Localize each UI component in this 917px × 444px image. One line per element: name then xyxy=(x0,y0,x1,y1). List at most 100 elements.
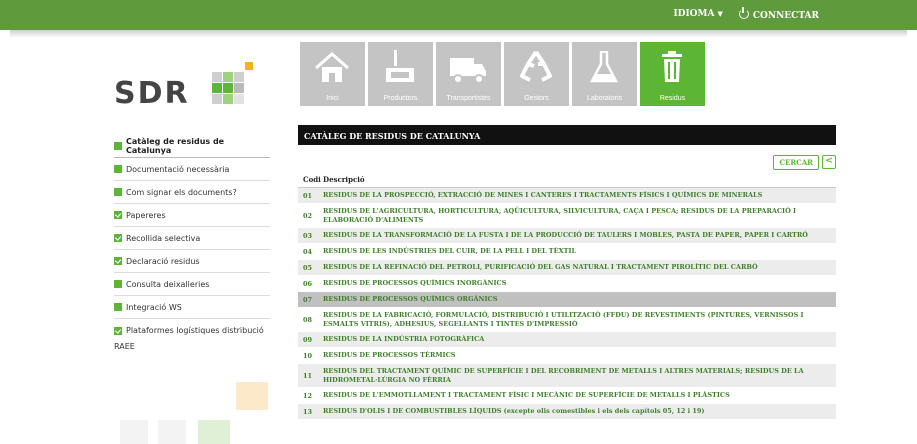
logo-mosaic xyxy=(212,72,244,104)
top-bar: IDIOMA ▼ CONNECTAR xyxy=(0,0,917,30)
square-bullet-icon xyxy=(114,141,122,150)
row-code: 07 xyxy=(303,295,313,304)
table-row[interactable]: 02 RESIDUS DE L'AGRICULTURA, HORTICULTURA… xyxy=(298,204,836,228)
row-description[interactable]: RESIDUS DE LA TRANSFORMACIÓ DE LA FUSTA … xyxy=(323,231,831,240)
row-code: 04 xyxy=(303,247,313,256)
nav-tile-laboratoris[interactable]: Laboratoris xyxy=(572,42,637,106)
row-description[interactable]: RESIDUS DE LES INDÚSTRIES DEL CUIR, DE L… xyxy=(323,247,831,256)
sidebar-item-documentacio[interactable]: Documentació necessària xyxy=(114,158,270,181)
sidebar-item-declaracio[interactable]: Declaració residus xyxy=(114,250,270,273)
row-description[interactable]: RESIDUS DE LA REFINACIÓ DEL PETROLI, PUR… xyxy=(323,263,831,272)
nav-tile-residus[interactable]: Residus xyxy=(640,42,705,106)
row-description[interactable]: RESIDUS DE LA FABRICACIÓ, FORMULACIÓ, DI… xyxy=(323,311,831,329)
catalog-table-body: 01 RESIDUS DE LA PROSPECCIÓ, EXTRACCIÓ DE… xyxy=(298,188,836,420)
sidebar-item-plataformes[interactable]: Plataformes logístiques distribució RAEE xyxy=(114,319,270,353)
sidebar-item-label: Declaració residus xyxy=(126,256,200,266)
power-icon xyxy=(738,7,749,19)
row-code: 08 xyxy=(303,315,313,324)
catalog-panel: CATÀLEG DE RESIDUS DE CATALUNYA CERCAR <… xyxy=(298,125,836,420)
connect-label: CONNECTAR xyxy=(752,11,819,21)
square-bullet-icon xyxy=(114,165,122,173)
language-menu[interactable]: IDIOMA ▼ xyxy=(673,9,722,21)
square-bullet-icon xyxy=(114,188,122,196)
nav-tile-productors[interactable]: Productors xyxy=(368,42,433,106)
table-header: Codi Descripció xyxy=(298,172,836,188)
house-icon xyxy=(315,52,349,82)
search-button[interactable]: CERCAR xyxy=(773,154,819,170)
trash-icon xyxy=(662,51,682,82)
table-row[interactable]: 06 RESIDUS DE PROCESSOS QUÍMICS INORGÀNIC… xyxy=(298,276,836,292)
table-row[interactable]: 13 RESIDUS D'OLIS I DE COMBUSTIBLES LÍQUI… xyxy=(298,404,836,420)
back-button[interactable]: < xyxy=(822,155,836,169)
table-row[interactable]: 01 RESIDUS DE LA PROSPECCIÓ, EXTRACCIÓ DE… xyxy=(298,188,836,204)
sidebar-item-label: Papereres xyxy=(126,210,166,220)
sidebar-item-signar[interactable]: Com signar els documents? xyxy=(114,181,270,204)
table-row[interactable]: 08 RESIDUS DE LA FABRICACIÓ, FORMULACIÓ, … xyxy=(298,308,836,332)
check-icon xyxy=(114,211,122,219)
table-row[interactable]: 12 RESIDUS DE L'EMMOTLLAMENT I TRACTAMENT… xyxy=(298,388,836,404)
header-shadow xyxy=(10,30,907,38)
sidebar-item-label: Catàleg de residus de Catalunya xyxy=(126,136,225,155)
row-code: 13 xyxy=(303,407,313,416)
sidebar: Catàleg de residus de Catalunya Document… xyxy=(114,134,270,353)
row-description[interactable]: RESIDUS D'OLIS I DE COMBUSTIBLES LÍQUIDS… xyxy=(323,407,831,416)
table-row[interactable]: 10 RESIDUS DE PROCESSOS TÈRMICS xyxy=(298,348,836,364)
nav-tile-label: Laboratoris xyxy=(586,95,623,102)
language-label: IDIOMA xyxy=(673,9,715,19)
sdr-logo[interactable]: SDR xyxy=(114,60,264,111)
row-description[interactable]: RESIDUS DE PROCESSOS QUÍMICS ORGÀNICS xyxy=(323,295,831,304)
check-icon xyxy=(114,234,122,242)
row-description[interactable]: RESIDUS DE PROCESSOS TÈRMICS xyxy=(323,351,831,360)
table-row[interactable]: 03 RESIDUS DE LA TRANSFORMACIÓ DE LA FUST… xyxy=(298,228,836,244)
row-code: 12 xyxy=(303,391,313,400)
sidebar-item-label: Plataformes logístiques distribució xyxy=(126,326,264,335)
nav-tile-gestors[interactable]: Gestors xyxy=(504,42,569,106)
row-code: 05 xyxy=(303,263,313,272)
table-row[interactable]: 09 RESIDUS DE LA INDÚSTRIA FOTOGRÀFICA xyxy=(298,332,836,348)
sidebar-item-deixalleries[interactable]: Consulta deixalleries xyxy=(114,273,270,296)
column-header-code: Codi xyxy=(303,175,321,184)
logo-accent xyxy=(245,62,253,70)
decor-tile xyxy=(236,382,268,410)
table-row[interactable]: 11 RESIDUS DEL TRACTAMENT QUÍMIC DE SUPER… xyxy=(298,364,836,388)
table-row[interactable]: 04 RESIDUS DE LES INDÚSTRIES DEL CUIR, DE… xyxy=(298,244,836,260)
nav-tile-transportistes[interactable]: Transportistes xyxy=(436,42,501,106)
table-row[interactable]: 07 RESIDUS DE PROCESSOS QUÍMICS ORGÀNICS xyxy=(298,292,836,308)
logo-text: SDR xyxy=(114,76,190,111)
row-code: 11 xyxy=(303,371,313,380)
row-code: 01 xyxy=(303,191,313,200)
sidebar-item-label: Recollida selectiva xyxy=(126,233,201,243)
connect-button[interactable]: CONNECTAR xyxy=(738,7,819,21)
nav-tile-label: Productors xyxy=(383,95,418,102)
row-description[interactable]: RESIDUS DE LA PROSPECCIÓ, EXTRACCIÓ DE M… xyxy=(323,191,831,200)
row-code: 09 xyxy=(303,335,313,344)
sidebar-item-label: Consulta deixalleries xyxy=(126,279,210,289)
catalog-title: CATÀLEG DE RESIDUS DE CATALUNYA xyxy=(298,125,836,145)
nav-tile-label: Transportistes xyxy=(446,95,491,102)
flask-icon xyxy=(589,51,619,83)
sidebar-item-cataleg[interactable]: Catàleg de residus de Catalunya xyxy=(114,134,270,158)
table-row[interactable]: 05 RESIDUS DE LA REFINACIÓ DEL PETROLI, P… xyxy=(298,260,836,276)
truck-icon xyxy=(450,58,486,84)
main-nav: Inici Productors Transportistes Gestors … xyxy=(300,42,705,106)
sidebar-item-label: Integració WS xyxy=(126,302,182,312)
row-description[interactable]: RESIDUS DE PROCESSOS QUÍMICS INORGÀNICS xyxy=(323,279,831,288)
row-description[interactable]: RESIDUS DE LA INDÚSTRIA FOTOGRÀFICA xyxy=(323,335,831,344)
decor-tile xyxy=(158,420,186,444)
sidebar-item-recollida[interactable]: Recollida selectiva xyxy=(114,227,270,250)
catalog-toolbar: CERCAR < xyxy=(298,152,836,172)
top-nav: IDIOMA ▼ CONNECTAR xyxy=(673,7,819,21)
sidebar-item-papereres[interactable]: Papereres xyxy=(114,204,270,227)
recycle-icon xyxy=(520,50,552,82)
decor-tile xyxy=(120,420,148,444)
caret-down-icon: ▼ xyxy=(717,9,723,18)
sidebar-item-integracio[interactable]: Integració WS xyxy=(114,296,270,319)
row-description[interactable]: RESIDUS DE L'EMMOTLLAMENT I TRACTAMENT F… xyxy=(323,391,831,400)
nav-tile-label: Inici xyxy=(326,95,339,102)
check-icon xyxy=(114,257,122,265)
column-header-description: Descripció xyxy=(323,175,365,184)
nav-tile-inici[interactable]: Inici xyxy=(300,42,365,106)
row-description[interactable]: RESIDUS DEL TRACTAMENT QUÍMIC DE SUPERFÍ… xyxy=(323,367,831,385)
nav-tile-label: Gestors xyxy=(524,95,549,102)
row-description[interactable]: RESIDUS DE L'AGRICULTURA, HORTICULTURA, … xyxy=(323,207,831,225)
